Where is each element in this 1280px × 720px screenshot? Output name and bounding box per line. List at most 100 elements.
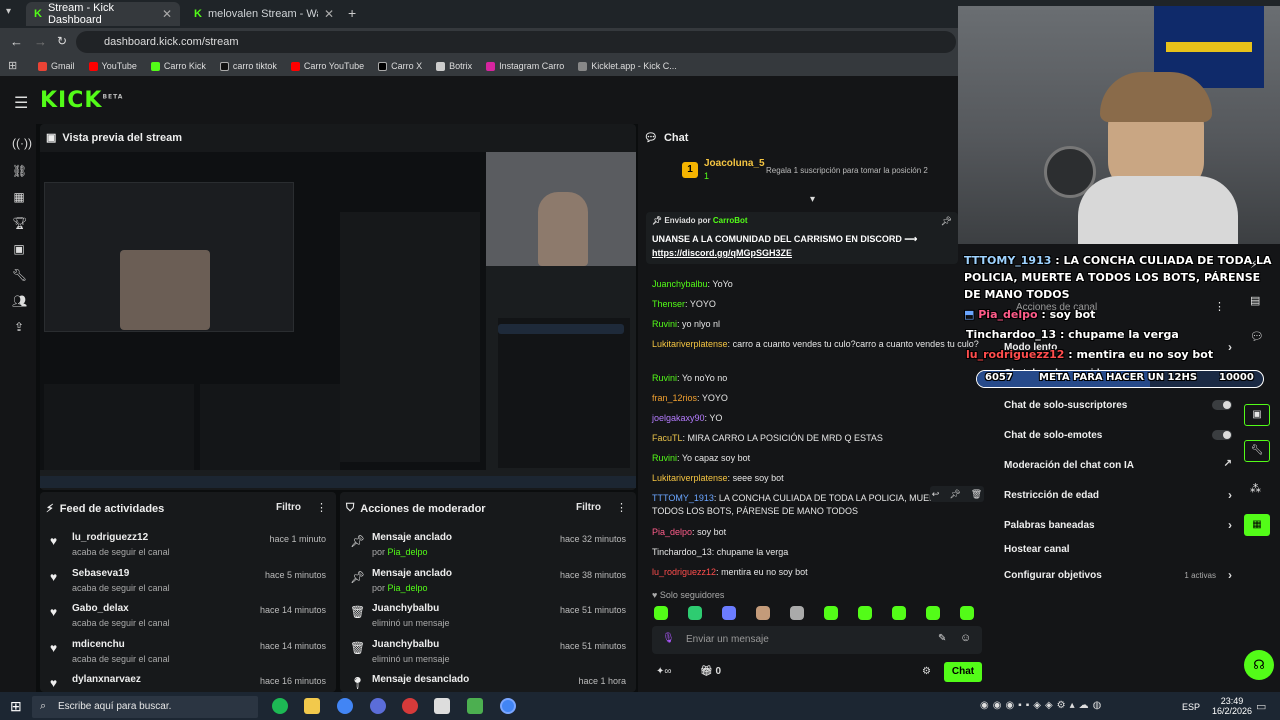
community-icon[interactable]: 👥︎ [12,294,27,308]
chat-username[interactable]: Ruvini [652,319,677,329]
chat-bubble-icon[interactable]: 💬︎ [1250,330,1264,343]
chat-username[interactable]: Juanchybalbu [652,279,708,289]
chat-input[interactable]: 🎙︎ Enviar un mensaje ✎ ☺ [652,626,982,654]
filter-button[interactable]: Filtro [576,502,601,513]
activity-feed-item[interactable]: ♥ Sebaseva19 acaba de seguir el canal ha… [40,566,336,602]
chat-username[interactable]: FacuTL [652,433,683,443]
stream-preview-video[interactable] [40,152,636,488]
emote-icon[interactable] [858,606,872,620]
forward-arrow-icon[interactable]: → [34,34,47,49]
chat-username[interactable]: Tinchardoo_13 [652,547,712,557]
chat-message[interactable]: joelgakaxy90: YO [652,412,982,425]
channel-action-5[interactable]: Restricción de edad › [1004,488,1232,502]
activity-feed-item[interactable]: ♥ lu_rodriguezz12 acaba de seguir el can… [40,530,336,566]
close-icon[interactable]: ✕ [162,7,172,21]
chat-message[interactable]: Thenser: YOYO [652,298,982,311]
toggle-switch[interactable] [1212,430,1232,440]
collapse-icon[interactable]: ▾ [810,194,815,205]
emote-icon[interactable] [756,606,770,620]
emote-icon[interactable] [654,606,668,620]
store-icon[interactable] [434,698,450,714]
url-input[interactable]: dashboard.kick.com/stream [76,31,956,53]
video-tool-icon[interactable]: ▣ [1244,404,1270,426]
emote-icon[interactable] [892,606,906,620]
send-chat-button[interactable]: Chat [944,662,982,682]
chat-username[interactable]: Ruvini [652,373,677,383]
pinned-discord-link[interactable]: https://discord.gg/qMGpSGH3ZE [652,248,792,258]
emote-icon[interactable] [824,606,838,620]
chat-username[interactable]: Pia_delpo [652,527,692,537]
chat-username[interactable]: joelgakaxy90 [652,413,705,423]
chat-message[interactable]: Ruvini: Yo capaz soy bot [652,452,982,465]
chat-message[interactable]: lu_rodriguezz12: mentira eu no soy bot [652,566,982,579]
minecraft-icon[interactable] [467,698,483,714]
bookmark-instagram-carro[interactable]: Instagram Carro [486,61,564,71]
emote-icon[interactable] [722,606,736,620]
hamburger-menu-icon[interactable]: ☰ [14,93,28,113]
clock[interactable]: 23:49 16/2/2026 [1212,696,1252,716]
apps-grid-icon[interactable]: ⊞ [8,59,17,72]
wrench-icon[interactable]: 🔧︎ [1244,440,1270,462]
channel-action-3[interactable]: Chat de solo-emotes [1004,430,1232,441]
top-gifter-name[interactable]: Joacoluna_5 [704,158,765,169]
more-options-icon[interactable]: ⋮ [616,501,627,514]
trash-icon[interactable]: 🗑︎ [971,489,982,500]
community-icon[interactable]: ⁂ [1250,482,1261,495]
mod-action-item[interactable]: 🗑︎ Juanchybalbu eliminó un mensaje hace … [340,601,636,637]
tab-melovalen-stream[interactable]: K melovalen Stream - Watch Live ✕ [186,2,342,26]
close-icon[interactable]: ✕ [324,7,334,21]
microphone-icon[interactable]: 🎙︎ [662,633,675,644]
activity-feed-item[interactable]: ♥ mdicenchu acaba de seguir el canal hac… [40,637,336,673]
trophy-icon[interactable]: 🏆︎ [12,216,27,230]
channel-action-8[interactable]: Configurar objetivos 1 activas › [1004,568,1232,582]
channel-action-6[interactable]: Palabras baneadas › [1004,518,1232,532]
chrome-icon[interactable] [337,698,353,714]
stream-broadcast-icon[interactable]: ((·)) [12,136,32,150]
chat-message[interactable]: Ruvini: Yo noYo no [652,372,982,385]
follower-name[interactable]: dylanxnarvaez [72,674,141,685]
chat-message[interactable]: Ruvini: yo nlyo nl [652,318,982,331]
chat-message[interactable]: fran_12rios: YOYO [652,392,982,405]
emote-icon[interactable] [926,606,940,620]
translate-icon[interactable]: ✎ [938,633,946,644]
chat-username[interactable]: Lukitariverplatense [652,473,728,483]
points-counter[interactable]: 🎁︎ 0 [700,666,721,677]
more-options-icon[interactable]: ⋮ [316,501,327,514]
discord-icon[interactable] [370,698,386,714]
follower-name[interactable]: Gabo_delax [72,603,129,614]
bookmark-gmail[interactable]: Gmail [38,61,75,71]
chrome-active-icon[interactable] [500,698,516,714]
mod-action-item[interactable]: 📌︎ Mensaje anclado por Pia_delpo hace 38… [340,566,636,602]
mod-action-item[interactable]: 📌︎ Mensaje anclado por Pia_delpo hace 32… [340,530,636,566]
taskbar-search[interactable]: Escribe aquí para buscar. [32,696,258,718]
emoji-icon[interactable]: ☺ [960,632,971,644]
file-explorer-icon[interactable] [304,698,320,714]
chat-username[interactable]: fran_12rios [652,393,697,403]
channel-action-4[interactable]: Moderación del chat con IA ↗ [1004,458,1232,471]
obs-icon[interactable] [402,698,418,714]
chat-username[interactable]: lu_rodriguezz12 [652,567,716,577]
windows-start-icon[interactable]: ⊞ [10,698,22,715]
filter-button[interactable]: Filtro [276,502,301,513]
new-tab-plus-icon[interactable]: + [348,5,356,21]
notifications-icon[interactable]: ▭ [1256,700,1266,713]
bookmark-carro-kick[interactable]: Carro Kick [150,61,206,71]
reload-icon[interactable]: ↻ [57,34,67,48]
system-tray-icons[interactable]: ◉◉◉▪▪◈◈⚙▴☁◍ [980,700,1105,711]
chat-message[interactable]: Juanchybalbu: YoYo [652,278,982,291]
analytics-icon[interactable]: ▦ [12,190,26,204]
kick-logo[interactable]: KICKBETA [40,88,123,113]
tab-search-icon[interactable]: ▾ [6,6,11,17]
gift-sub-cta[interactable]: Regala 1 suscripción para tomar la posic… [766,166,928,175]
back-arrow-icon[interactable]: ← [10,34,23,49]
bookmark-youtube[interactable]: YouTube [88,61,137,71]
channel-points-icon[interactable]: ✦∞ [656,666,672,677]
tab-kick-dashboard[interactable]: K Stream - Kick Dashboard ✕ [26,2,180,26]
follower-name[interactable]: lu_rodriguezz12 [72,532,148,543]
toggle-switch[interactable] [1212,400,1232,410]
chat-message[interactable]: FacuTL: MIRA CARRO LA POSICIÓN DE MRD Q … [652,432,982,445]
language-indicator[interactable]: ESP [1182,702,1200,712]
follower-name[interactable]: Sebaseva19 [72,568,129,579]
bookmark-botrix[interactable]: Botrix [436,61,472,71]
game-icon[interactable]: ▦ [1244,514,1270,536]
